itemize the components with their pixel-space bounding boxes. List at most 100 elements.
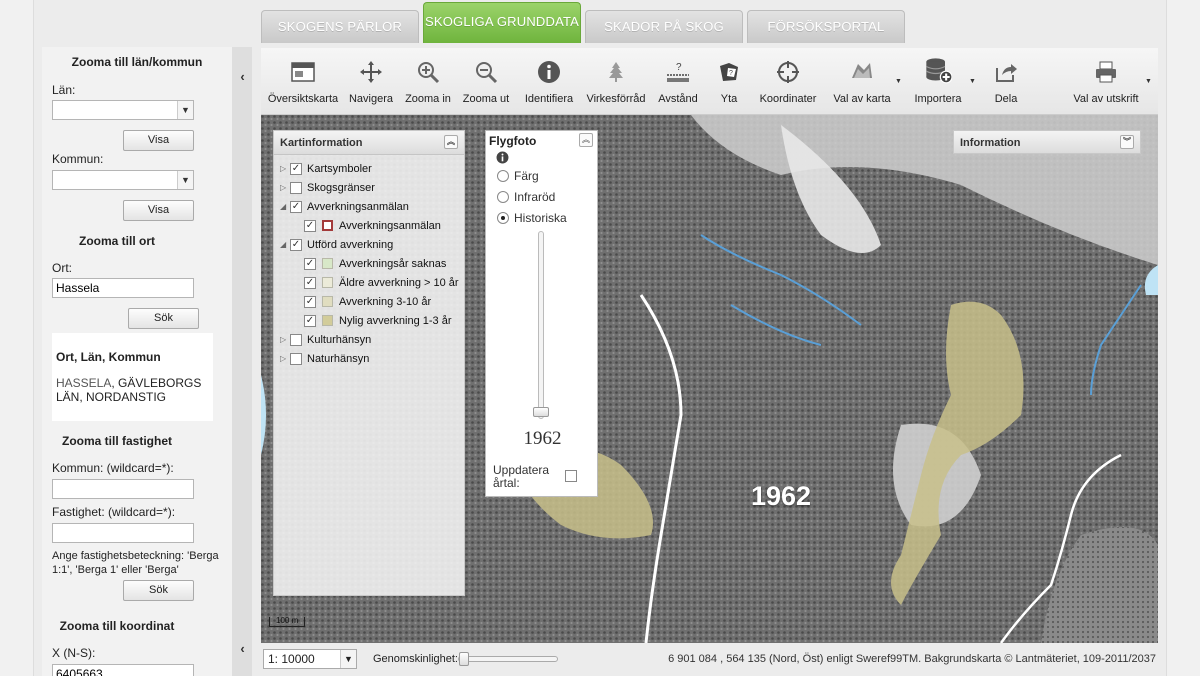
- layer-label: Utförd avverkning: [307, 239, 394, 251]
- expand-down-icon[interactable]: ︾: [1120, 135, 1134, 149]
- opacity-slider-handle[interactable]: [459, 652, 469, 666]
- tab-skogliga-grunddata[interactable]: SKOGLIGA GRUNDDATA: [423, 2, 581, 43]
- layer-label: Nylig avverkning 1-3 år: [339, 315, 452, 327]
- result-value[interactable]: HASSELA, GÄVLEBORGS LÄN, NORDANSTIG: [56, 376, 211, 404]
- result-place: HASSELA: [56, 376, 112, 390]
- tool-oversiktskarta[interactable]: Översiktskarta: [265, 48, 341, 115]
- expanded-triangle-icon[interactable]: ◢: [280, 240, 286, 249]
- collapsed-triangle-icon[interactable]: ▷: [280, 335, 286, 344]
- dropdown-arrow-icon[interactable]: ▼: [1145, 78, 1152, 85]
- tool-val-av-utskrift[interactable]: Val av utskrift ▼: [1069, 48, 1152, 115]
- information-panel[interactable]: Information ︾: [953, 130, 1141, 154]
- layer-checkbox[interactable]: ✓: [304, 296, 316, 308]
- kommun-label: Kommun:: [52, 152, 104, 166]
- sok-fastighet-button[interactable]: Sök: [123, 580, 194, 601]
- tool-zooma-ut[interactable]: Zooma ut: [461, 48, 511, 115]
- lan-select[interactable]: ▼: [52, 100, 194, 120]
- sidebar-collapse-strip: ‹ ‹: [232, 47, 252, 676]
- zoom-out-icon: [476, 62, 498, 84]
- layer-label: Avverkningsanmälan: [307, 201, 409, 213]
- search-sidebar: Zooma till län/kommun Län: ▼ Visa Kommun…: [42, 47, 232, 676]
- layer-checkbox[interactable]: ✓: [290, 163, 302, 175]
- scalebar-label: 100 m: [276, 616, 299, 625]
- overview-map-icon: [291, 62, 315, 82]
- kartinformation-header: Kartinformation ︽: [274, 131, 464, 155]
- layer-checkbox[interactable]: ✓: [304, 277, 316, 289]
- section-title-koordinat: Zooma till koordinat: [59, 619, 175, 633]
- radio-infrarod[interactable]: [497, 191, 509, 203]
- flygfoto-panel: Flygfoto ︽ Färg Infraröd Historiska 1962…: [485, 130, 598, 497]
- sok-ort-button[interactable]: Sök: [128, 308, 199, 329]
- scale-select[interactable]: 1: 10000 ▼: [263, 649, 357, 669]
- tool-avstand[interactable]: ? Avstånd: [653, 48, 703, 115]
- fastighet-kommun-label: Kommun: (wildcard=*):: [52, 461, 174, 475]
- chevron-down-icon: ▼: [340, 650, 356, 668]
- tab-skador-pa-skog[interactable]: SKADOR PÅ SKOG: [585, 10, 743, 43]
- layer-checkbox[interactable]: [290, 334, 302, 346]
- tool-koordinater[interactable]: Koordinater: [755, 48, 821, 115]
- section-title-lan-kommun: Zooma till län/kommun: [71, 55, 203, 69]
- visa-lan-button[interactable]: Visa: [123, 130, 194, 151]
- tool-identifiera[interactable]: Identifiera: [519, 48, 579, 115]
- radio-farg[interactable]: [497, 170, 509, 182]
- layer-checkbox[interactable]: ✓: [304, 220, 316, 232]
- radio-historiska[interactable]: [497, 212, 509, 224]
- layer-checkbox[interactable]: ✓: [290, 239, 302, 251]
- x-coordinate-input[interactable]: [52, 664, 194, 676]
- legend-symbol: [322, 277, 333, 288]
- scale-value: 1: 10000: [268, 652, 315, 666]
- layer-checkbox[interactable]: ✓: [304, 315, 316, 327]
- collapsed-triangle-icon[interactable]: ▷: [280, 354, 286, 363]
- layer-label: Kulturhänsyn: [307, 334, 372, 346]
- database-import-icon: [926, 58, 952, 84]
- search-result: Ort, Län, Kommun HASSELA, GÄVLEBORGS LÄN…: [52, 333, 213, 421]
- fastighet-input[interactable]: [52, 523, 194, 543]
- tool-label: Dela: [994, 93, 1018, 105]
- expanded-triangle-icon[interactable]: ◢: [280, 202, 286, 211]
- opacity-slider[interactable]: [458, 656, 558, 662]
- tab-skogens-parlor[interactable]: SKOGENS PÄRLOR: [261, 10, 419, 43]
- year-slider-handle[interactable]: [533, 407, 549, 417]
- radio-label-infrarod: Infraröd: [514, 190, 556, 204]
- tool-label: Navigera: [348, 93, 394, 105]
- dropdown-arrow-icon[interactable]: ▼: [895, 78, 902, 85]
- collapse-sidebar-icon[interactable]: ‹: [234, 68, 251, 85]
- info-icon[interactable]: [496, 151, 509, 164]
- collapse-up-icon[interactable]: ︽: [444, 135, 458, 149]
- panel-title: Kartinformation: [280, 137, 363, 149]
- layer-checkbox[interactable]: [290, 182, 302, 194]
- collapse-sidebar-bottom-icon[interactable]: ‹: [234, 640, 251, 657]
- tree-icon: [609, 62, 623, 82]
- radio-label-farg: Färg: [514, 169, 539, 183]
- panel-title: Information: [960, 137, 1021, 149]
- layer-checkbox[interactable]: [290, 353, 302, 365]
- fastighet-kommun-input[interactable]: [52, 479, 194, 499]
- layer-label: Kartsymboler: [307, 163, 372, 175]
- layer-label: Avverkningsanmälan: [339, 220, 441, 232]
- tool-zooma-in[interactable]: Zooma in: [403, 48, 453, 115]
- section-title-fastighet: Zooma till fastighet: [61, 434, 172, 448]
- chevron-down-icon: ▼: [177, 101, 193, 119]
- map-view[interactable]: 1962 Kartinformation ︽ ▷ ✓ Kartsymboler ▷ Sk…: [261, 115, 1158, 643]
- tool-yta[interactable]: ? Yta: [709, 48, 749, 115]
- update-year-checkbox[interactable]: [565, 470, 577, 482]
- year-slider-track[interactable]: [538, 231, 544, 419]
- layer-checkbox[interactable]: ✓: [290, 201, 302, 213]
- tool-virkesforrad[interactable]: Virkesförråd: [584, 48, 648, 115]
- layer-label: Avverkning 3-10 år: [339, 296, 432, 308]
- visa-kommun-button[interactable]: Visa: [123, 200, 194, 221]
- tab-forsoksportal[interactable]: FÖRSÖKSPORTAL: [747, 10, 905, 43]
- ort-label: Ort:: [52, 261, 72, 275]
- ort-input[interactable]: [52, 278, 194, 298]
- tool-navigera[interactable]: Navigera: [345, 48, 397, 115]
- collapsed-triangle-icon[interactable]: ▷: [280, 183, 286, 192]
- tool-dela[interactable]: Dela: [983, 48, 1029, 115]
- tool-val-av-karta[interactable]: Val av karta ▼: [829, 48, 902, 115]
- layer-checkbox[interactable]: ✓: [304, 258, 316, 270]
- collapsed-triangle-icon[interactable]: ▷: [280, 164, 286, 173]
- kommun-select[interactable]: ▼: [52, 170, 194, 190]
- dropdown-arrow-icon[interactable]: ▼: [969, 78, 976, 85]
- update-year-label: Uppdatera årtal:: [493, 463, 550, 490]
- tool-importera[interactable]: Importera ▼: [909, 48, 976, 115]
- collapse-up-icon[interactable]: ︽: [579, 133, 593, 147]
